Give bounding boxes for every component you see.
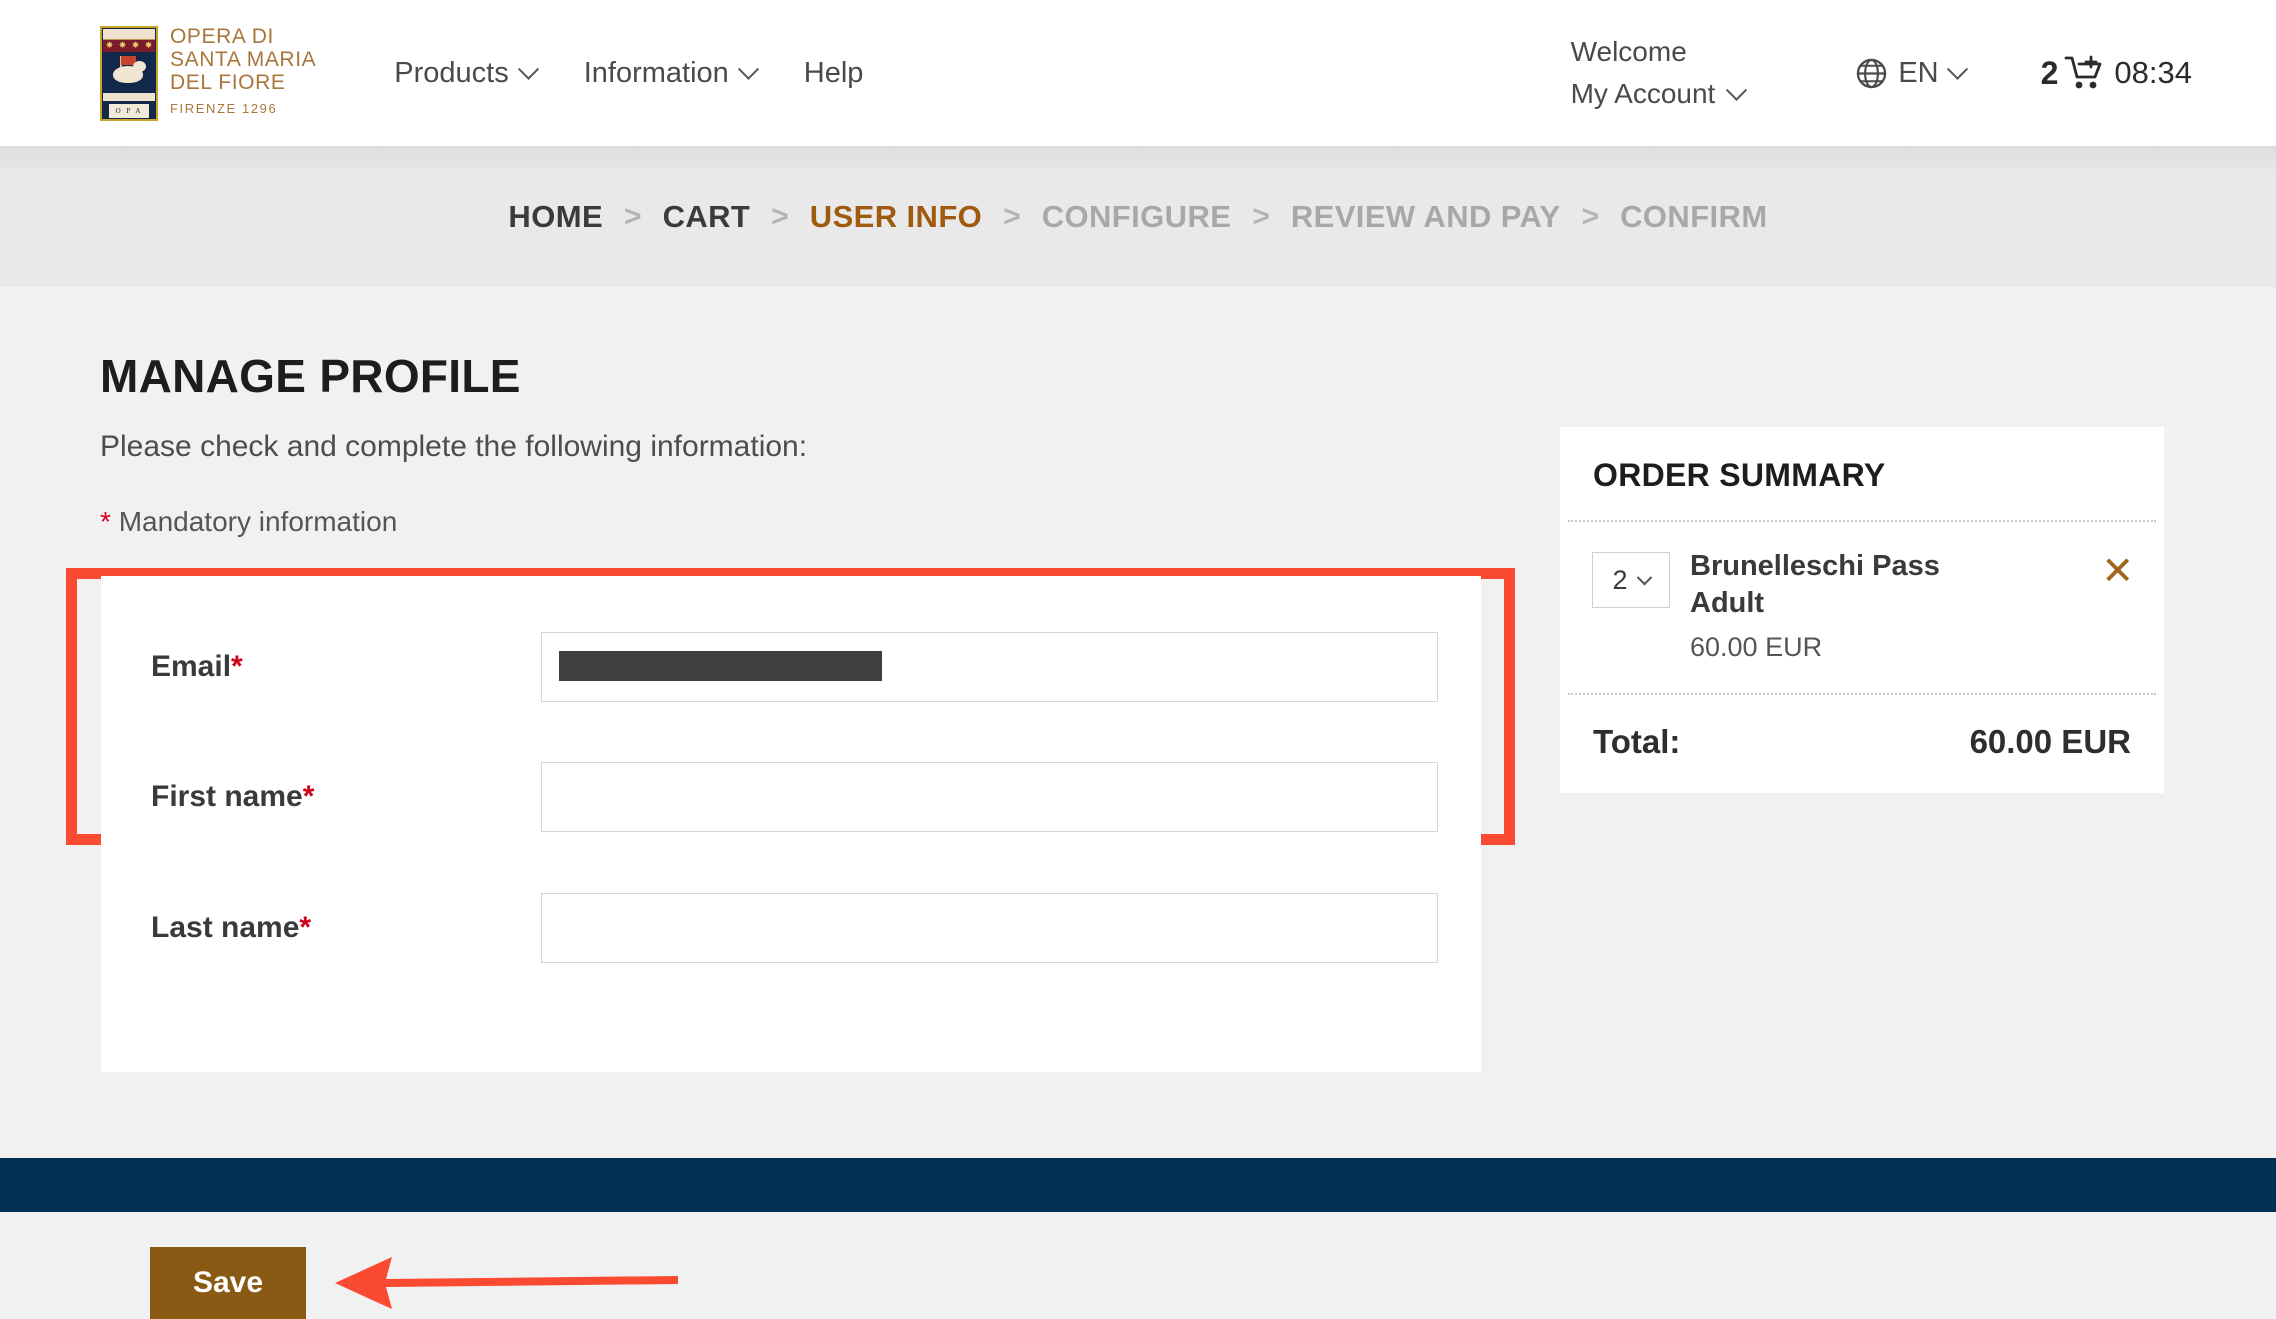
breadcrumb-separator: > <box>771 199 789 233</box>
required-asterisk: * <box>302 780 315 813</box>
crest-plinth <box>103 92 155 101</box>
breadcrumb-step-home[interactable]: HOME <box>508 199 603 235</box>
nav-item-products[interactable]: Products <box>394 56 539 90</box>
cart-plus-icon <box>2065 55 2102 89</box>
breadcrumb-separator: > <box>1003 199 1021 233</box>
logo-line-1: OPERA DI <box>170 25 274 48</box>
breadcrumb-step-configure: CONFIGURE <box>1041 198 1232 234</box>
breadcrumb-step-confirm: CONFIRM <box>1620 198 1768 234</box>
required-asterisk: * <box>299 911 312 944</box>
remove-item-icon[interactable]: ✕ <box>2101 552 2134 663</box>
order-summary-panel: ORDER SUMMARY 2 Brunelleschi Pass Adult … <box>1560 427 2164 793</box>
logo-line-2: SANTA MARIA <box>170 48 317 71</box>
order-total-label: Total: <box>1593 723 1681 760</box>
breadcrumb-step-user-info[interactable]: USER INFO <box>810 199 982 235</box>
logo-wordmark: OPERA DI SANTA MARIA DEL FIORE FIRENZE 1… <box>170 25 316 121</box>
order-item-price: 60.00 EUR <box>1690 632 1823 662</box>
form-row-last-name: Last name* <box>151 893 1438 963</box>
order-summary-title: ORDER SUMMARY <box>1593 457 1886 493</box>
nav-item-help[interactable]: Help <box>804 57 864 90</box>
annotation-arrow-icon <box>335 1257 678 1309</box>
account-menu[interactable]: Welcome My Account <box>1570 31 1748 115</box>
site-header: ✸ ✸ ✸ ✸ O P A OPERA DI SANTA MARIA DEL FIOR… <box>0 0 2276 146</box>
site-logo[interactable]: ✸ ✸ ✸ ✸ O P A OPERA DI SANTA MARIA DEL FIOR… <box>100 25 316 121</box>
order-total-row: Total: 60.00 EUR <box>1560 695 2164 793</box>
form-row-email: Email* <box>151 632 1438 702</box>
input-email[interactable] <box>541 632 1438 702</box>
my-account-label: My Account <box>1570 78 1716 109</box>
page-subtitle: Please check and complete the following … <box>100 430 808 463</box>
nav-label-help: Help <box>803 56 864 89</box>
save-button[interactable]: Save <box>150 1247 306 1319</box>
profile-form-card: Email* First name* Last name* <box>101 576 1481 1072</box>
language-selector[interactable]: EN <box>1856 56 1968 90</box>
nav-label-information: Information <box>583 56 729 89</box>
breadcrumb-separator: > <box>624 199 642 233</box>
chevron-down-icon <box>1636 569 1652 585</box>
header-utilities: Welcome My Account EN 2 08:34 <box>1571 31 2192 115</box>
site-footer <box>0 1158 2276 1212</box>
input-last-name[interactable] <box>541 893 1438 963</box>
label-first-name-text: First name <box>151 780 303 813</box>
cart-widget[interactable]: 2 08:34 <box>2041 55 2192 92</box>
label-last-name: Last name* <box>151 911 541 945</box>
order-item-row: 2 Brunelleschi Pass Adult 60.00 EUR ✕ <box>1560 522 2164 693</box>
mandatory-note-text: Mandatory information <box>118 506 398 537</box>
crest-fleur-band: ✸ ✸ ✸ ✸ <box>103 39 155 52</box>
input-first-name[interactable] <box>541 762 1438 832</box>
order-item-details: Brunelleschi Pass Adult 60.00 EUR <box>1690 548 2101 663</box>
mandatory-asterisk: * <box>100 506 111 537</box>
mandatory-note: * Mandatory information <box>100 506 397 538</box>
chevron-down-icon <box>1726 79 1748 101</box>
nav-item-information[interactable]: Information <box>583 56 759 90</box>
breadcrumb-step-review-and-pay: REVIEW AND PAY <box>1290 198 1561 234</box>
crest-cornice <box>103 28 155 40</box>
form-row-first-name: First name* <box>151 762 1438 832</box>
required-asterisk: * <box>231 650 243 683</box>
label-last-name-text: Last name <box>151 911 300 944</box>
breadcrumb-separator: > <box>1581 199 1600 233</box>
order-total-value: 60.00 EUR <box>1969 723 2131 760</box>
checkout-breadcrumb-band: HOME > CART > USER INFO > CONFIGURE > RE… <box>0 146 2276 287</box>
label-email: Email* <box>151 650 541 684</box>
breadcrumb: HOME > CART > USER INFO > CONFIGURE > RE… <box>508 199 1767 235</box>
redacted-email-value <box>559 651 882 681</box>
quantity-value: 2 <box>1612 564 1628 595</box>
logo-line-3: DEL FIORE <box>170 71 286 94</box>
page-title: MANAGE PROFILE <box>100 350 521 402</box>
opa-crest-icon: ✸ ✸ ✸ ✸ O P A <box>100 25 158 121</box>
breadcrumb-separator: > <box>1252 199 1270 233</box>
label-first-name: First name* <box>151 780 541 814</box>
globe-icon <box>1857 58 1887 88</box>
main-content: MANAGE PROFILE Please check and complete… <box>0 287 2276 1319</box>
label-email-text: Email <box>151 650 232 683</box>
nav-label-products: Products <box>394 56 509 89</box>
quantity-select[interactable]: 2 <box>1592 552 1670 608</box>
order-item-name: Brunelleschi Pass Adult <box>1690 550 1940 619</box>
breadcrumb-step-cart[interactable]: CART <box>663 199 751 235</box>
welcome-text: Welcome <box>1570 36 1687 67</box>
chevron-down-icon <box>517 58 539 80</box>
language-label: EN <box>1898 56 1939 89</box>
session-timer: 08:34 <box>2114 55 2192 90</box>
chevron-down-icon <box>1946 58 1968 80</box>
logo-line-4: FIRENZE 1296 <box>170 101 278 116</box>
crest-opa-label: O P A <box>109 103 149 118</box>
lamb-icon <box>109 55 149 90</box>
cart-item-count: 2 <box>2040 54 2059 91</box>
main-navigation: Products Information Help <box>394 57 863 90</box>
chevron-down-icon <box>737 58 759 80</box>
